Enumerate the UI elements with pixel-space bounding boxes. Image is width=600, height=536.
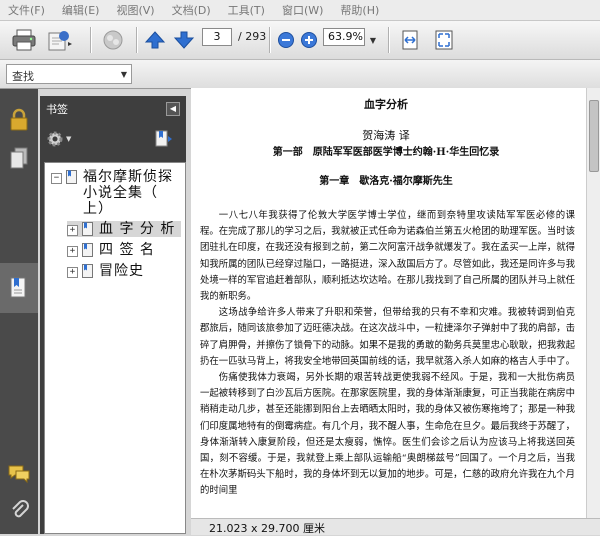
zoom-input[interactable]: 63.9%	[323, 28, 365, 46]
pages-icon	[10, 147, 28, 169]
printer-icon	[12, 29, 36, 51]
chevron-down-icon: ▼	[369, 35, 377, 45]
menu-help[interactable]: 帮助(H)	[332, 2, 388, 18]
status-bar: 21.023 x 29.700 厘米	[191, 518, 600, 535]
options-button[interactable]: ▼	[46, 130, 71, 148]
find-label: 查找	[12, 70, 34, 83]
fit-width-button[interactable]	[398, 26, 422, 54]
share-icon	[103, 30, 123, 50]
bookmarks-panel-button[interactable]	[6, 275, 32, 301]
document-view[interactable]: 血字分析 贺海涛 译 第一部 原陆军军医部医学博士约翰·H·华生回忆录 第一章 …	[191, 88, 600, 534]
print-button[interactable]	[8, 26, 40, 54]
attachments-button[interactable]	[6, 497, 32, 523]
paragraph: 伤痛使我体力衰竭，另外长期的艰苦转战更使我弱不经风。于是，我和一大批伤病员一起被…	[200, 372, 576, 497]
bookmark-item-blood-study[interactable]: + 血 字 分 析	[67, 221, 181, 237]
pages-panel-button[interactable]	[6, 145, 32, 171]
zoom-out-icon	[278, 32, 294, 48]
full-screen-icon	[435, 30, 453, 50]
bookmark-label: 四 签 名	[99, 242, 155, 258]
full-screen-button[interactable]	[432, 26, 456, 54]
scrollbar-thumb[interactable]	[589, 100, 599, 172]
menu-bar: 文件(F) 编辑(E) 视图(V) 文档(D) 工具(T) 窗口(W) 帮助(H…	[0, 0, 600, 21]
email-button[interactable]	[44, 26, 78, 54]
prev-page-button[interactable]	[143, 26, 167, 54]
document-part-heading: 第一部 原陆军军医部医学博士约翰·H·华生回忆录	[272, 147, 500, 158]
bookmark-node-icon	[66, 170, 77, 184]
lock-icon	[10, 108, 28, 131]
bookmark-node-icon	[82, 243, 93, 257]
next-page-icon	[173, 31, 195, 49]
document-translator: 贺海涛 译	[362, 129, 410, 142]
zoom-dropdown-button[interactable]: ▼	[367, 26, 379, 54]
find-toolbar: 查找 ▼	[0, 60, 600, 89]
expand-bookmark-button[interactable]	[154, 129, 174, 152]
paragraph: 一八七八年我获得了伦敦大学医学博士学位，继而到奈特里攻读陆军军医必修的课程。在完…	[200, 210, 576, 303]
bookmark-label: 血 字 分 析	[99, 221, 176, 237]
menu-view[interactable]: 视图(V)	[108, 2, 163, 18]
attachment-icon	[12, 500, 29, 518]
expand-icon[interactable]: +	[67, 267, 78, 278]
panel-title: 书签	[46, 103, 68, 116]
bookmark-node-icon	[82, 264, 93, 278]
document-body: 一八七八年我获得了伦敦大学医学博士学位，继而到奈特里攻读陆军军医必修的课程。在完…	[200, 208, 575, 500]
menu-document[interactable]: 文档(D)	[164, 2, 220, 18]
bookmark-node-icon	[82, 222, 93, 236]
vertical-scrollbar[interactable]	[586, 88, 600, 520]
navigation-rail	[0, 89, 38, 534]
comment-icon	[8, 465, 30, 484]
bookmark-label: 冒险史	[99, 263, 144, 279]
panel-tools: ▼	[40, 122, 186, 158]
document-chapter-heading: 第一章 歇洛克·福尔摩斯先生	[319, 176, 453, 187]
fit-width-icon	[402, 30, 418, 50]
bookmark-tree: − 福尔摩斯侦探 小说全集（ 上） + 血 字 分 析 + 四 签 名 + 冒险…	[44, 162, 186, 534]
main-toolbar: ▼	[0, 21, 600, 60]
email-icon	[48, 31, 72, 51]
find-dropdown-icon[interactable]: ▼	[121, 70, 127, 79]
menu-edit[interactable]: 编辑(E)	[54, 2, 109, 18]
bookmark-item-sign-of-four[interactable]: + 四 签 名	[67, 242, 155, 258]
bookmark-icon	[10, 277, 26, 298]
document-title: 血字分析	[364, 98, 408, 111]
bookmark-item-adventures[interactable]: + 冒险史	[67, 263, 144, 279]
menu-file[interactable]: 文件(F)	[0, 2, 54, 18]
menu-tools[interactable]: 工具(T)	[220, 2, 274, 18]
panel-collapse-button[interactable]: ◀	[166, 102, 180, 116]
share-button[interactable]	[98, 26, 128, 54]
page-number-input[interactable]: 3	[202, 28, 232, 46]
paragraph: 这场战争给许多人带来了升职和荣誉，但带给我的只有不幸和灾难。我被转调到伯克郡旅后…	[200, 307, 576, 367]
zoom-in-button[interactable]	[299, 26, 319, 54]
expand-icon[interactable]: +	[67, 246, 78, 257]
expand-icon[interactable]: +	[67, 225, 78, 236]
next-page-button[interactable]	[172, 26, 196, 54]
collapse-icon[interactable]: −	[51, 173, 62, 184]
panel-header: 书签 ◀	[40, 96, 186, 120]
zoom-out-button[interactable]	[276, 26, 296, 54]
bookmarks-panel: 书签 ◀ ▼ − 福尔摩斯侦探 小说全集（ 上） + 血 字 分 析 + 四 签…	[40, 96, 186, 534]
comments-button[interactable]	[6, 461, 32, 487]
page-total: / 293	[238, 30, 267, 43]
prev-page-icon	[144, 31, 166, 49]
expand-bookmark-icon	[155, 130, 172, 147]
menu-window[interactable]: 窗口(W)	[274, 2, 332, 18]
zoom-in-icon	[301, 32, 317, 48]
bookmark-root[interactable]: − 福尔摩斯侦探 小说全集（ 上）	[51, 169, 173, 217]
find-input[interactable]: 查找 ▼	[6, 64, 132, 84]
options-dropdown-icon: ▼	[66, 135, 72, 143]
bookmark-label: 福尔摩斯侦探 小说全集（ 上）	[83, 169, 173, 217]
security-button[interactable]	[6, 107, 32, 133]
gear-icon	[47, 131, 63, 147]
